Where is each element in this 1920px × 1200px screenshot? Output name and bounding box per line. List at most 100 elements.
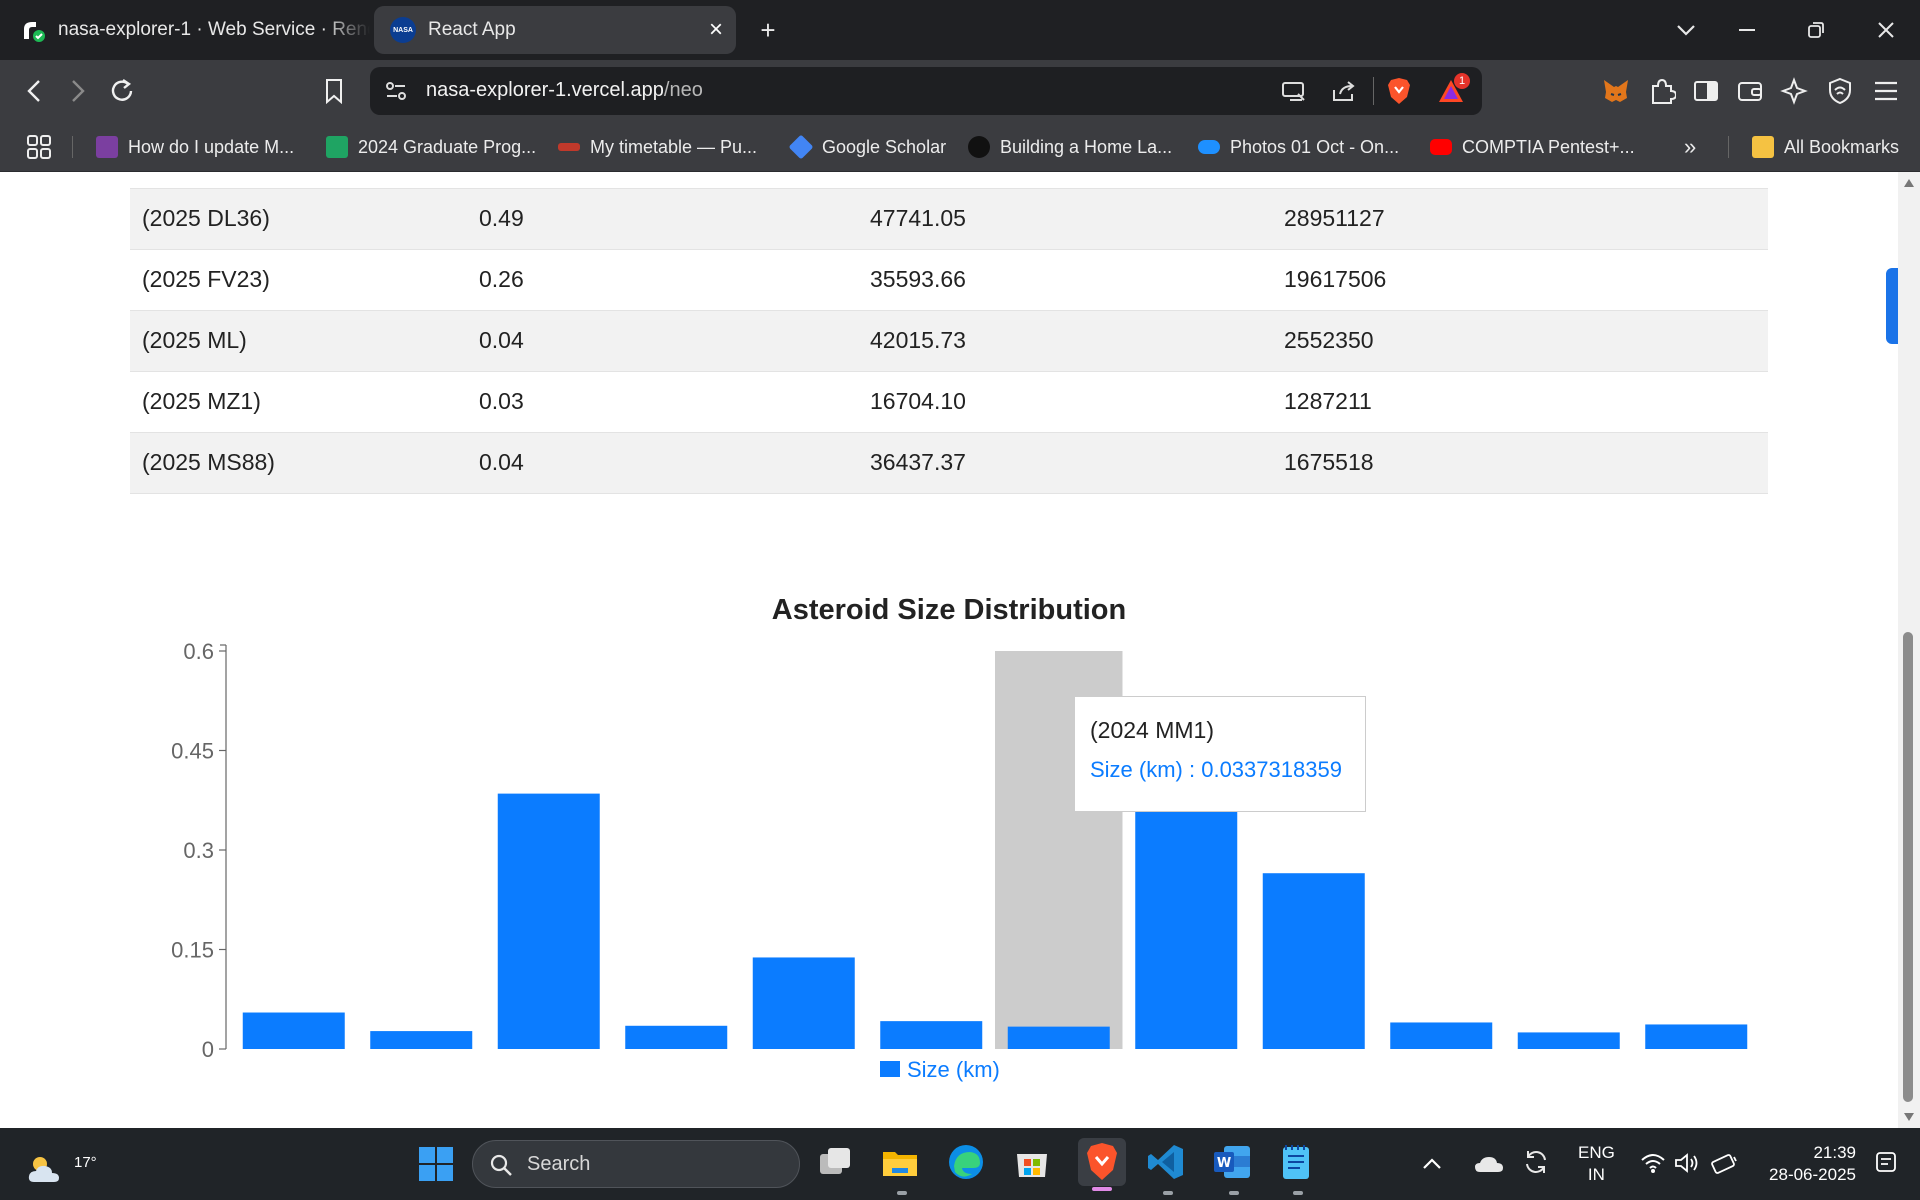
y-tick-label: 0.6	[183, 639, 214, 664]
running-indicator	[1229, 1191, 1239, 1195]
windows-start-icon[interactable]	[414, 1142, 458, 1186]
bookmarks-overflow-button[interactable]: »	[1684, 134, 1696, 160]
chart-bar	[497, 793, 600, 1049]
site-settings-icon[interactable]	[384, 79, 408, 108]
back-button[interactable]	[12, 69, 56, 113]
chart-bar	[1262, 873, 1365, 1049]
wallet-icon[interactable]	[1728, 69, 1772, 113]
microsoft-store-icon[interactable]	[1012, 1142, 1056, 1186]
bookmark-label: COMPTIA Pentest+...	[1462, 136, 1635, 157]
render-favicon-icon	[20, 17, 46, 43]
tab-render[interactable]: nasa-explorer-1 · Web Service · Render	[0, 6, 370, 54]
tab-title: nasa-explorer-1 · Web Service · Render	[58, 19, 370, 40]
bookmark-label: Building a Home La...	[1000, 136, 1173, 157]
tooltip-label: (2024 MM1)	[1090, 717, 1214, 743]
file-explorer-icon[interactable]	[880, 1142, 924, 1195]
close-tab-icon[interactable]: ×	[696, 16, 736, 44]
svg-text:W: W	[1217, 1156, 1231, 1171]
bookmark-item[interactable]: 2024 Graduate Prog...	[326, 134, 536, 160]
clock-time: 21:39	[1813, 1143, 1856, 1162]
wifi-icon[interactable]	[1640, 1142, 1672, 1186]
all-bookmarks-label: All Bookmarks	[1784, 136, 1900, 157]
weather-widget[interactable]: 17°	[26, 1140, 97, 1188]
search-icon	[490, 1154, 512, 1176]
chart-tooltip: (2024 MM1) Size (km) : 0.0337318359	[1074, 696, 1366, 812]
search-placeholder: Search	[527, 1153, 591, 1175]
bookmark-item[interactable]: How do I update M...	[96, 134, 294, 160]
bookmark-favicon-icon	[558, 143, 580, 151]
onedrive-cloud-icon[interactable]	[1474, 1142, 1510, 1186]
brave-rewards-icon[interactable]: 1	[1436, 73, 1470, 110]
bookmark-favicon-icon	[96, 136, 118, 158]
bookmark-item[interactable]: Photos 01 Oct - On...	[1198, 134, 1399, 160]
metamask-fox-icon[interactable]	[1594, 69, 1638, 113]
restore-button[interactable]	[1794, 8, 1838, 52]
system-clock[interactable]: 21:39 28-06-2025	[1762, 1142, 1856, 1186]
language-code: ENG	[1578, 1143, 1615, 1162]
taskbar-search-box[interactable]: Search	[472, 1140, 800, 1188]
bookmark-item[interactable]: My timetable — Pu...	[558, 134, 757, 160]
word-icon[interactable]: W	[1212, 1142, 1256, 1195]
bookmark-page-icon[interactable]	[312, 69, 356, 113]
edge-browser-icon[interactable]	[946, 1142, 990, 1186]
forward-button[interactable]	[56, 69, 100, 113]
page-scrollbar[interactable]	[1898, 172, 1920, 1128]
chart-bar	[880, 1021, 983, 1049]
chart-bar	[1517, 1032, 1620, 1049]
y-tick-label: 0.3	[183, 838, 214, 863]
brave-shields-icon[interactable]	[1386, 77, 1412, 110]
task-view-icon[interactable]	[816, 1142, 860, 1186]
extensions-puzzle-icon[interactable]	[1640, 69, 1684, 113]
all-bookmarks-folder[interactable]: All Bookmarks	[1752, 134, 1899, 160]
notification-badge: 1	[1454, 73, 1470, 89]
browser-toolbar: nasa-explorer-1.vercel.app/neo 1	[0, 60, 1920, 122]
chart-bar	[625, 1025, 728, 1049]
chart-bar	[1645, 1024, 1748, 1049]
brave-browser-icon[interactable]	[1078, 1138, 1126, 1191]
chart-bar	[1135, 806, 1238, 1049]
tab-react-app[interactable]: NASA React App ×	[374, 6, 736, 54]
leo-ai-icon[interactable]	[1772, 69, 1816, 113]
y-tick-label: 0	[202, 1037, 214, 1062]
battery-icon[interactable]	[1710, 1142, 1742, 1186]
bookmark-item[interactable]: Google Scholar	[788, 134, 947, 160]
notification-center-icon[interactable]	[1874, 1142, 1904, 1186]
bookmark-label: 2024 Graduate Prog...	[358, 136, 537, 157]
apps-grid-icon[interactable]	[26, 134, 52, 160]
cast-icon[interactable]	[1280, 79, 1308, 108]
tooltip-value: Size (km) : 0.0337318359	[1090, 757, 1342, 782]
vpn-shield-icon[interactable]	[1818, 69, 1862, 113]
y-tick-label: 0.15	[171, 938, 214, 963]
menu-hamburger-icon[interactable]	[1864, 69, 1908, 113]
minimize-button[interactable]	[1726, 8, 1770, 52]
share-icon[interactable]	[1330, 78, 1358, 109]
chart-bar	[1390, 1022, 1493, 1049]
chart-bar	[1007, 1026, 1110, 1049]
chart-bar	[752, 957, 855, 1049]
tab-strip: nasa-explorer-1 · Web Service · Render N…	[0, 0, 1920, 60]
sync-icon[interactable]	[1522, 1142, 1558, 1186]
input-language-indicator[interactable]: ENG IN	[1578, 1142, 1615, 1186]
bookmark-label: Google Scholar	[822, 136, 947, 157]
bookmark-item[interactable]: COMPTIA Pentest+...	[1430, 134, 1635, 160]
size-bar-chart: 0 0.15 0.3 0.45 0.6 Size (km)	[171, 639, 1748, 1082]
close-window-button[interactable]	[1864, 8, 1908, 52]
show-hidden-icons-chevron-icon[interactable]	[1422, 1142, 1452, 1186]
legend-label: Size (km)	[907, 1057, 1000, 1082]
legend-swatch	[880, 1061, 900, 1077]
vscode-icon[interactable]	[1146, 1142, 1190, 1195]
bookmark-item[interactable]: Building a Home La...	[968, 134, 1172, 160]
bookmark-label: Photos 01 Oct - On...	[1230, 136, 1400, 157]
volume-icon[interactable]	[1674, 1142, 1704, 1186]
sidebar-toggle-icon[interactable]	[1684, 69, 1728, 113]
new-tab-button[interactable]: +	[746, 8, 790, 52]
scrollbar-thumb[interactable]	[1903, 632, 1913, 1102]
y-tick-label: 0.45	[171, 739, 214, 764]
address-bar[interactable]: nasa-explorer-1.vercel.app/neo 1	[370, 67, 1482, 115]
notepad-icon[interactable]	[1276, 1142, 1320, 1195]
running-indicator	[1163, 1191, 1173, 1195]
weather-temperature: 17°	[74, 1154, 97, 1171]
url-text[interactable]: nasa-explorer-1.vercel.app/neo	[426, 79, 703, 102]
reload-button[interactable]	[100, 69, 144, 113]
tab-search-chevron-icon[interactable]	[1664, 8, 1708, 52]
